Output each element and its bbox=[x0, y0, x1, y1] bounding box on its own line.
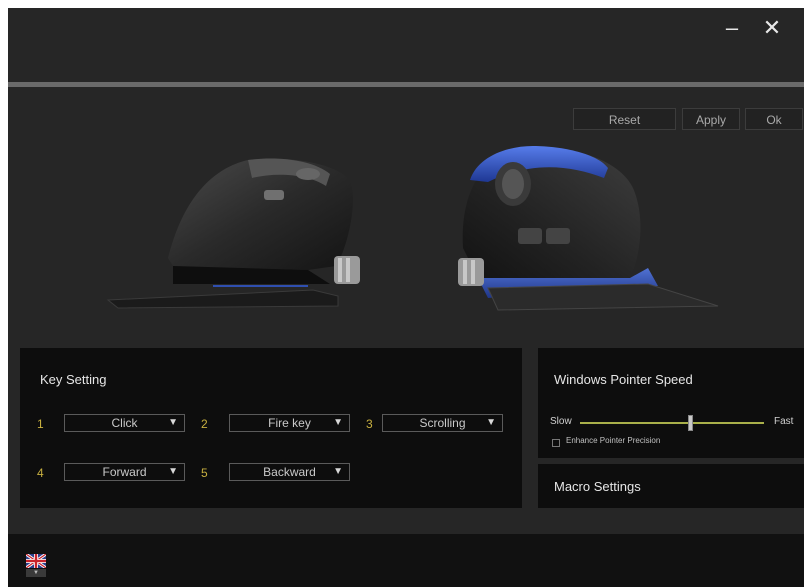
title-bar: – ✕ bbox=[8, 8, 804, 80]
enhance-precision-label: Enhance Pointer Precision bbox=[566, 436, 661, 445]
key-2-value: Fire key bbox=[268, 416, 311, 430]
uk-flag-icon bbox=[25, 552, 47, 570]
key-number-5: 5 bbox=[201, 466, 208, 480]
mouse-preview-images bbox=[106, 146, 719, 311]
enhance-precision-checkbox[interactable] bbox=[552, 439, 560, 447]
key-number-3: 3 bbox=[366, 417, 373, 431]
ok-button[interactable]: Ok bbox=[745, 108, 803, 130]
macro-settings-panel[interactable]: Macro Settings bbox=[538, 464, 804, 508]
mouse-left-view bbox=[106, 158, 360, 309]
mouse-right-view bbox=[458, 146, 719, 311]
header-divider bbox=[8, 82, 804, 87]
key-1-dropdown[interactable]: Click ▼ bbox=[64, 414, 185, 432]
key-2-dropdown[interactable]: Fire key ▼ bbox=[229, 414, 350, 432]
reset-button[interactable]: Reset bbox=[573, 108, 676, 130]
key-number-2: 2 bbox=[201, 417, 208, 431]
minimize-button[interactable]: – bbox=[720, 16, 744, 40]
close-button[interactable]: ✕ bbox=[760, 16, 784, 40]
pointer-speed-panel: Windows Pointer Speed Slow Fast Enhance … bbox=[538, 348, 804, 458]
language-selector[interactable]: ▼ bbox=[25, 552, 47, 578]
chevron-down-icon: ▼ bbox=[486, 417, 496, 428]
pointer-speed-title: Windows Pointer Speed bbox=[554, 372, 693, 387]
key-number-4: 4 bbox=[37, 466, 44, 480]
chevron-down-icon: ▼ bbox=[333, 417, 343, 428]
key-3-dropdown[interactable]: Scrolling ▼ bbox=[382, 414, 503, 432]
slow-label: Slow bbox=[550, 416, 572, 427]
key-5-dropdown[interactable]: Backward ▼ bbox=[229, 463, 350, 481]
key-1-value: Click bbox=[111, 416, 138, 430]
chevron-down-icon: ▼ bbox=[168, 466, 178, 477]
slider-thumb[interactable] bbox=[688, 415, 694, 431]
fast-label: Fast bbox=[774, 416, 794, 427]
app-window: – ✕ Reset Apply Ok Key Setting 1 Click ▼… bbox=[8, 8, 804, 587]
key-5-value: Backward bbox=[263, 465, 316, 479]
pointer-speed-slider[interactable] bbox=[580, 415, 764, 431]
chevron-down-icon: ▼ bbox=[333, 466, 343, 477]
key-3-value: Scrolling bbox=[419, 416, 466, 430]
key-number-1: 1 bbox=[37, 417, 44, 431]
apply-button[interactable]: Apply bbox=[682, 108, 740, 130]
bottom-bar: ▼ bbox=[8, 534, 804, 587]
chevron-down-icon: ▼ bbox=[26, 569, 46, 577]
macro-settings-title: Macro Settings bbox=[554, 479, 641, 494]
key-setting-panel: Key Setting 1 Click ▼ 2 Fire key ▼ 3 Scr… bbox=[20, 348, 522, 508]
key-4-value: Forward bbox=[102, 465, 147, 479]
key-setting-title: Key Setting bbox=[40, 372, 107, 387]
chevron-down-icon: ▼ bbox=[168, 417, 178, 428]
key-4-dropdown[interactable]: Forward ▼ bbox=[64, 463, 185, 481]
